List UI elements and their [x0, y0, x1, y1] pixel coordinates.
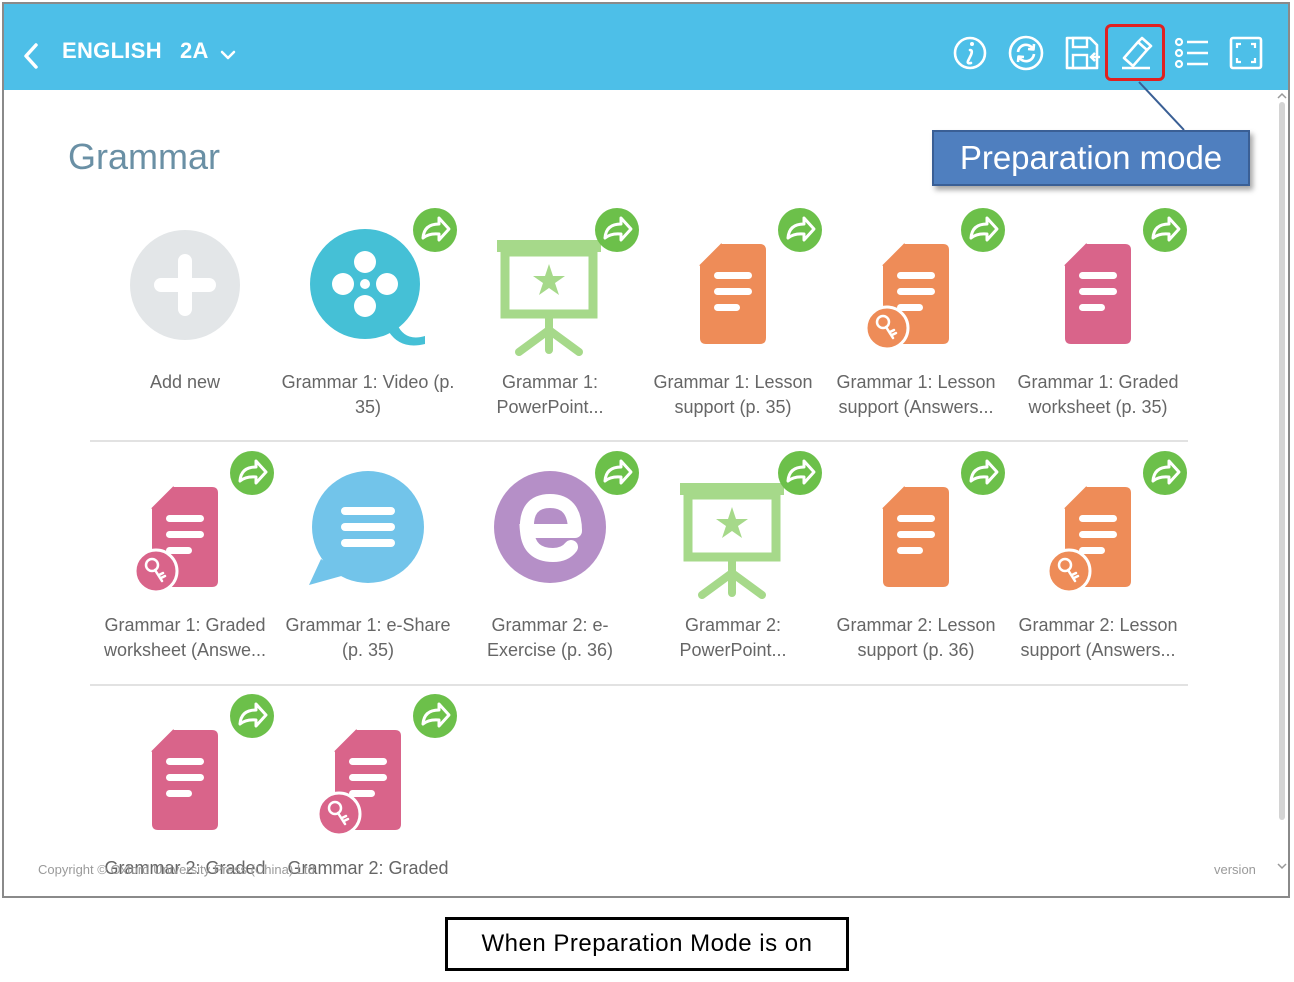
preparation-mode-callout: Preparation mode: [932, 130, 1250, 186]
top-bar: ENGLISH 2A: [4, 4, 1288, 90]
resource-tile[interactable]: Grammar 1: Graded worksheet (Answe...: [94, 447, 276, 687]
grade-label[interactable]: 2A: [180, 38, 209, 64]
tile-label[interactable]: Grammar 1: Lesson support (Answers...: [825, 370, 1007, 422]
tile-label[interactable]: Grammar 1: Graded worksheet (Answe...: [94, 613, 276, 665]
add-new-tile[interactable]: Add new: [94, 204, 276, 444]
tile-label[interactable]: Grammar 1: Graded worksheet (p. 35): [1007, 370, 1189, 422]
resource-tile[interactable]: Grammar 1: PowerPoint...: [459, 204, 641, 444]
caption: When Preparation Mode is on: [445, 917, 849, 971]
resource-tile[interactable]: Grammar 2: e-Exercise (p. 36): [459, 447, 641, 687]
presentation-icon[interactable]: [642, 447, 824, 607]
tile-label[interactable]: Grammar 2: Lesson support (Answers...: [1007, 613, 1189, 665]
e-exercise-icon[interactable]: [459, 447, 641, 607]
resource-tile[interactable]: Grammar 1: Video (p. 35): [277, 204, 459, 444]
resource-tile[interactable]: Grammar 1: Lesson support (p. 35): [642, 204, 824, 444]
subject-label[interactable]: ENGLISH: [62, 38, 162, 64]
video-reel-icon[interactable]: [277, 204, 459, 364]
list-icon[interactable]: [1172, 33, 1212, 73]
row-divider: [90, 440, 1188, 442]
app-window: ENGLISH 2A Preparation mode Grammar Add …: [2, 2, 1290, 898]
document-icon[interactable]: [94, 447, 276, 607]
preparation-mode-highlight: [1105, 24, 1165, 81]
add-icon[interactable]: [94, 204, 276, 364]
tile-label[interactable]: Grammar 2: PowerPoint...: [642, 613, 824, 665]
document-icon[interactable]: [277, 690, 459, 850]
resource-tile[interactable]: Grammar 1: e-Share (p. 35): [277, 447, 459, 687]
resource-tile[interactable]: Grammar 2: Lesson support (p. 36): [825, 447, 1007, 687]
tile-label[interactable]: Grammar 1: e-Share (p. 35): [277, 613, 459, 665]
document-icon[interactable]: [1007, 447, 1189, 607]
row-divider: [90, 684, 1188, 686]
chevron-down-icon[interactable]: [220, 48, 236, 62]
save-icon[interactable]: [1062, 33, 1102, 73]
fullscreen-icon[interactable]: [1226, 33, 1266, 73]
scroll-thumb[interactable]: [1279, 102, 1285, 820]
tile-label[interactable]: Grammar 1: Video (p. 35): [277, 370, 459, 422]
speech-bubble-icon[interactable]: [277, 447, 459, 607]
sync-icon[interactable]: [1006, 33, 1046, 73]
version-text: version: [1214, 862, 1256, 877]
resource-tile[interactable]: Grammar 1: Graded worksheet (p. 35): [1007, 204, 1189, 444]
scroll-up-icon[interactable]: [1277, 92, 1287, 100]
document-icon[interactable]: [1007, 204, 1189, 364]
copyright-text: Copyright © Oxford University Press (Chi…: [38, 862, 315, 877]
tile-label[interactable]: Grammar 1: Lesson support (p. 35): [642, 370, 824, 422]
chevron-left-icon[interactable]: [20, 42, 42, 70]
tile-label[interactable]: Grammar 2: e-Exercise (p. 36): [459, 613, 641, 665]
tile-label[interactable]: Grammar 2: Lesson support (p. 36): [825, 613, 1007, 665]
document-icon[interactable]: [94, 690, 276, 850]
resource-tile[interactable]: Grammar 1: Lesson support (Answers...: [825, 204, 1007, 444]
info-icon[interactable]: [950, 33, 990, 73]
scrollbar[interactable]: [1276, 92, 1288, 894]
document-icon[interactable]: [825, 447, 1007, 607]
resource-tile[interactable]: Grammar 2: PowerPoint...: [642, 447, 824, 687]
scroll-down-icon[interactable]: [1277, 862, 1287, 870]
document-icon[interactable]: [825, 204, 1007, 364]
resource-tile[interactable]: Grammar 2: Lesson support (Answers...: [1007, 447, 1189, 687]
presentation-icon[interactable]: [459, 204, 641, 364]
tile-label[interactable]: Add new: [94, 370, 276, 422]
section-title: Grammar: [68, 136, 220, 177]
document-icon[interactable]: [642, 204, 824, 364]
tile-label[interactable]: Grammar 1: PowerPoint...: [459, 370, 641, 422]
